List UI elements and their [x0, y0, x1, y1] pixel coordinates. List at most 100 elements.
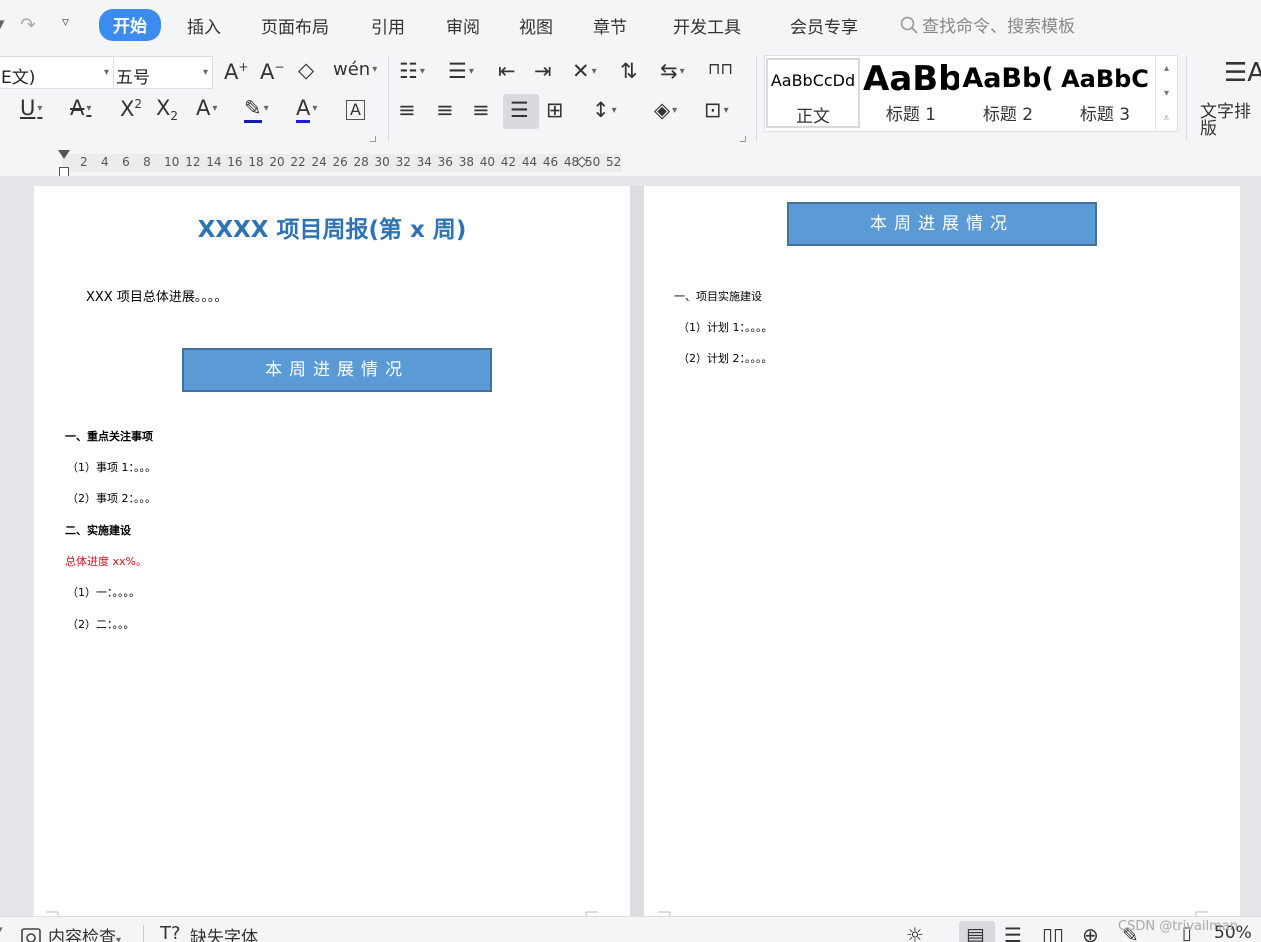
quick-access-dropdown-icon[interactable]: ▾	[0, 14, 5, 34]
style-name: 标题 2	[982, 105, 1034, 125]
distribute-icon[interactable]: ⊞	[546, 100, 564, 121]
style-heading-3[interactable]: AaBbC 标题 3	[1057, 58, 1153, 128]
character-border-icon[interactable]: A	[346, 100, 365, 120]
list-item[interactable]: （2）计划 2：。。。。	[678, 350, 773, 366]
tab-view[interactable]: 视图	[519, 13, 553, 38]
gallery-up-icon[interactable]: ▴	[1156, 56, 1177, 81]
ruler-tick: 2	[80, 155, 88, 169]
text-effect-button[interactable]: A	[196, 98, 217, 119]
align-center-icon[interactable]: ≡	[436, 100, 454, 121]
section-heading[interactable]: 一、项目实施建设	[674, 288, 762, 304]
bullet-list-button[interactable]: ☷	[399, 61, 425, 82]
text-layout-button[interactable]: 文字排版	[1200, 104, 1261, 138]
increase-indent-icon[interactable]: ⇥	[534, 61, 552, 82]
style-gallery: AaBbCcDd 正文 AaBb 标题 1 AaBb( 标题 2 AaBbC 标…	[764, 55, 1178, 132]
chinese-layout-button[interactable]: ✕	[572, 61, 597, 82]
shrink-font-icon[interactable]: A−	[260, 61, 284, 83]
italic-icon[interactable]: ′	[0, 98, 1, 119]
style-sample: AaBbCcDd	[770, 71, 856, 90]
gallery-expand-icon[interactable]: ⩡	[1156, 106, 1177, 131]
document-page-2[interactable]: 本周进展情况 一、项目实施建设 （1）计划 1：。。。。 （2）计划 2：。。。…	[644, 186, 1240, 916]
document-page-1[interactable]: XXXX 项目周报(第 x 周) XXX 项目总体进展。。。。 本周进展情况 一…	[34, 186, 630, 916]
outline-view-icon[interactable]: ☰	[1004, 923, 1022, 942]
tab-page-layout[interactable]: 页面布局	[261, 13, 329, 38]
phonetic-guide-button[interactable]: wén	[333, 61, 377, 79]
grow-font-icon[interactable]: A+	[224, 61, 248, 83]
content-check-button[interactable]: 内容检查▾	[48, 923, 121, 942]
superscript-icon[interactable]: X2	[120, 98, 142, 120]
watermark: CSDN @trivailman	[1118, 919, 1239, 934]
justify-icon[interactable]: ☰	[510, 100, 529, 121]
font-name-select[interactable]: E文) ▾	[0, 56, 114, 89]
tab-member[interactable]: 会员专享	[790, 13, 858, 38]
eye-protection-icon[interactable]: ☼	[906, 923, 924, 942]
clear-format-icon[interactable]: ◇	[298, 60, 314, 81]
document-workspace[interactable]: XXXX 项目周报(第 x 周) XXX 项目总体进展。。。。 本周进展情况 一…	[0, 176, 1261, 916]
page-view-icon[interactable]: ▤	[966, 923, 985, 942]
show-hide-marks-button[interactable]: ⇆	[660, 61, 685, 82]
style-normal[interactable]: AaBbCcDd 正文	[766, 58, 860, 128]
list-item[interactable]: （1）计划 1：。。。。	[678, 319, 773, 335]
progress-note[interactable]: 总体进度 xx%。	[65, 553, 147, 569]
tab-review[interactable]: 审阅	[446, 13, 480, 38]
sort-icon[interactable]: ⇅	[620, 61, 638, 82]
font-size-select[interactable]: 五号 ▾	[113, 56, 213, 89]
numbered-list-button[interactable]: ☰	[448, 61, 474, 82]
highlight-color-button[interactable]: ✎	[244, 96, 269, 123]
style-sample: AaBb	[863, 59, 959, 99]
horizontal-ruler[interactable]: 2 4 6 8 10 12 14 16 18 20 22 24 26 28 30 32 34 36 38 40 42 44…	[0, 150, 1261, 177]
section-heading[interactable]: 一、重点关注事项	[65, 428, 153, 444]
gallery-down-icon[interactable]: ▾	[1156, 81, 1177, 106]
page-title[interactable]: XXXX 项目周报(第 x 周)	[34, 210, 630, 244]
borders-button[interactable]: ⊡	[704, 100, 729, 121]
font-color-button[interactable]: A	[296, 96, 317, 123]
list-item[interactable]: （2）二：。。。	[67, 616, 135, 632]
style-name: 标题 1	[885, 105, 937, 125]
subscript-icon[interactable]: X2	[156, 97, 178, 122]
status-dropdown-icon[interactable]: ▾	[0, 923, 3, 938]
list-item[interactable]: （1）事项 1：。。。	[67, 459, 156, 475]
redo-icon[interactable]: ↷	[20, 14, 36, 36]
missing-fonts-icon: T?	[160, 923, 181, 942]
ruler-tick: 40	[479, 155, 496, 169]
underline-button[interactable]: U	[20, 98, 42, 119]
progress-banner[interactable]: 本周进展情况	[787, 202, 1097, 246]
tab-insert[interactable]: 插入	[187, 13, 221, 38]
align-right-icon[interactable]: ≡	[472, 100, 490, 121]
tab-home[interactable]: 开始	[99, 9, 161, 41]
progress-banner[interactable]: 本周进展情况	[182, 348, 492, 392]
list-item[interactable]: （1）一：。。。。	[67, 584, 140, 600]
shading-button[interactable]: ◈	[654, 100, 677, 121]
missing-fonts-button[interactable]: 缺失字体	[190, 923, 258, 942]
ruler-tick: 28	[353, 155, 369, 169]
style-name: 标题 3	[1079, 105, 1131, 125]
table-ruler-icon[interactable]: ⊓⊓	[708, 61, 733, 77]
first-line-indent-marker[interactable]	[58, 150, 70, 159]
section-heading[interactable]: 二、实施建设	[65, 522, 131, 538]
ruler-tick: 52	[606, 155, 622, 169]
customize-quick-access-icon[interactable]: ▿	[62, 14, 69, 30]
ruler-tick: 14	[206, 155, 222, 169]
list-item[interactable]: （2）事项 2：。。。	[67, 490, 156, 506]
style-heading-2[interactable]: AaBb( 标题 2	[960, 58, 1056, 128]
tab-developer[interactable]: 开发工具	[673, 13, 741, 38]
ruler-tick: 34	[416, 155, 432, 169]
style-heading-1[interactable]: AaBb 标题 1	[863, 58, 959, 128]
reading-view-icon[interactable]: ▯▯	[1042, 923, 1064, 942]
line-spacing-button[interactable]: ↕	[592, 100, 617, 121]
font-dialog-launcher-icon[interactable]	[370, 136, 376, 142]
paragraph-dialog-launcher-icon[interactable]	[740, 136, 746, 142]
ruler-tick: 8	[143, 155, 151, 169]
decrease-indent-icon[interactable]: ⇤	[498, 61, 516, 82]
page-gutter	[630, 186, 644, 916]
tab-references[interactable]: 引用	[371, 13, 405, 38]
strikethrough-button[interactable]: A	[70, 98, 91, 119]
menu-tab-bar: ▾ ↷ ▿ 开始 插入 页面布局 引用 审阅 视图 章节 开发工具 会员专享 查…	[0, 0, 1261, 48]
align-left-icon[interactable]: ≡	[398, 100, 416, 121]
command-search[interactable]: 查找命令、搜索模板	[900, 12, 1075, 37]
tab-sections[interactable]: 章节	[593, 13, 627, 38]
web-view-icon[interactable]: ⊕	[1082, 923, 1099, 942]
text-layout-icon[interactable]: ☰A	[1224, 60, 1261, 86]
status-divider	[143, 925, 144, 942]
intro-paragraph[interactable]: XXX 项目总体进展。。。。	[86, 286, 227, 305]
